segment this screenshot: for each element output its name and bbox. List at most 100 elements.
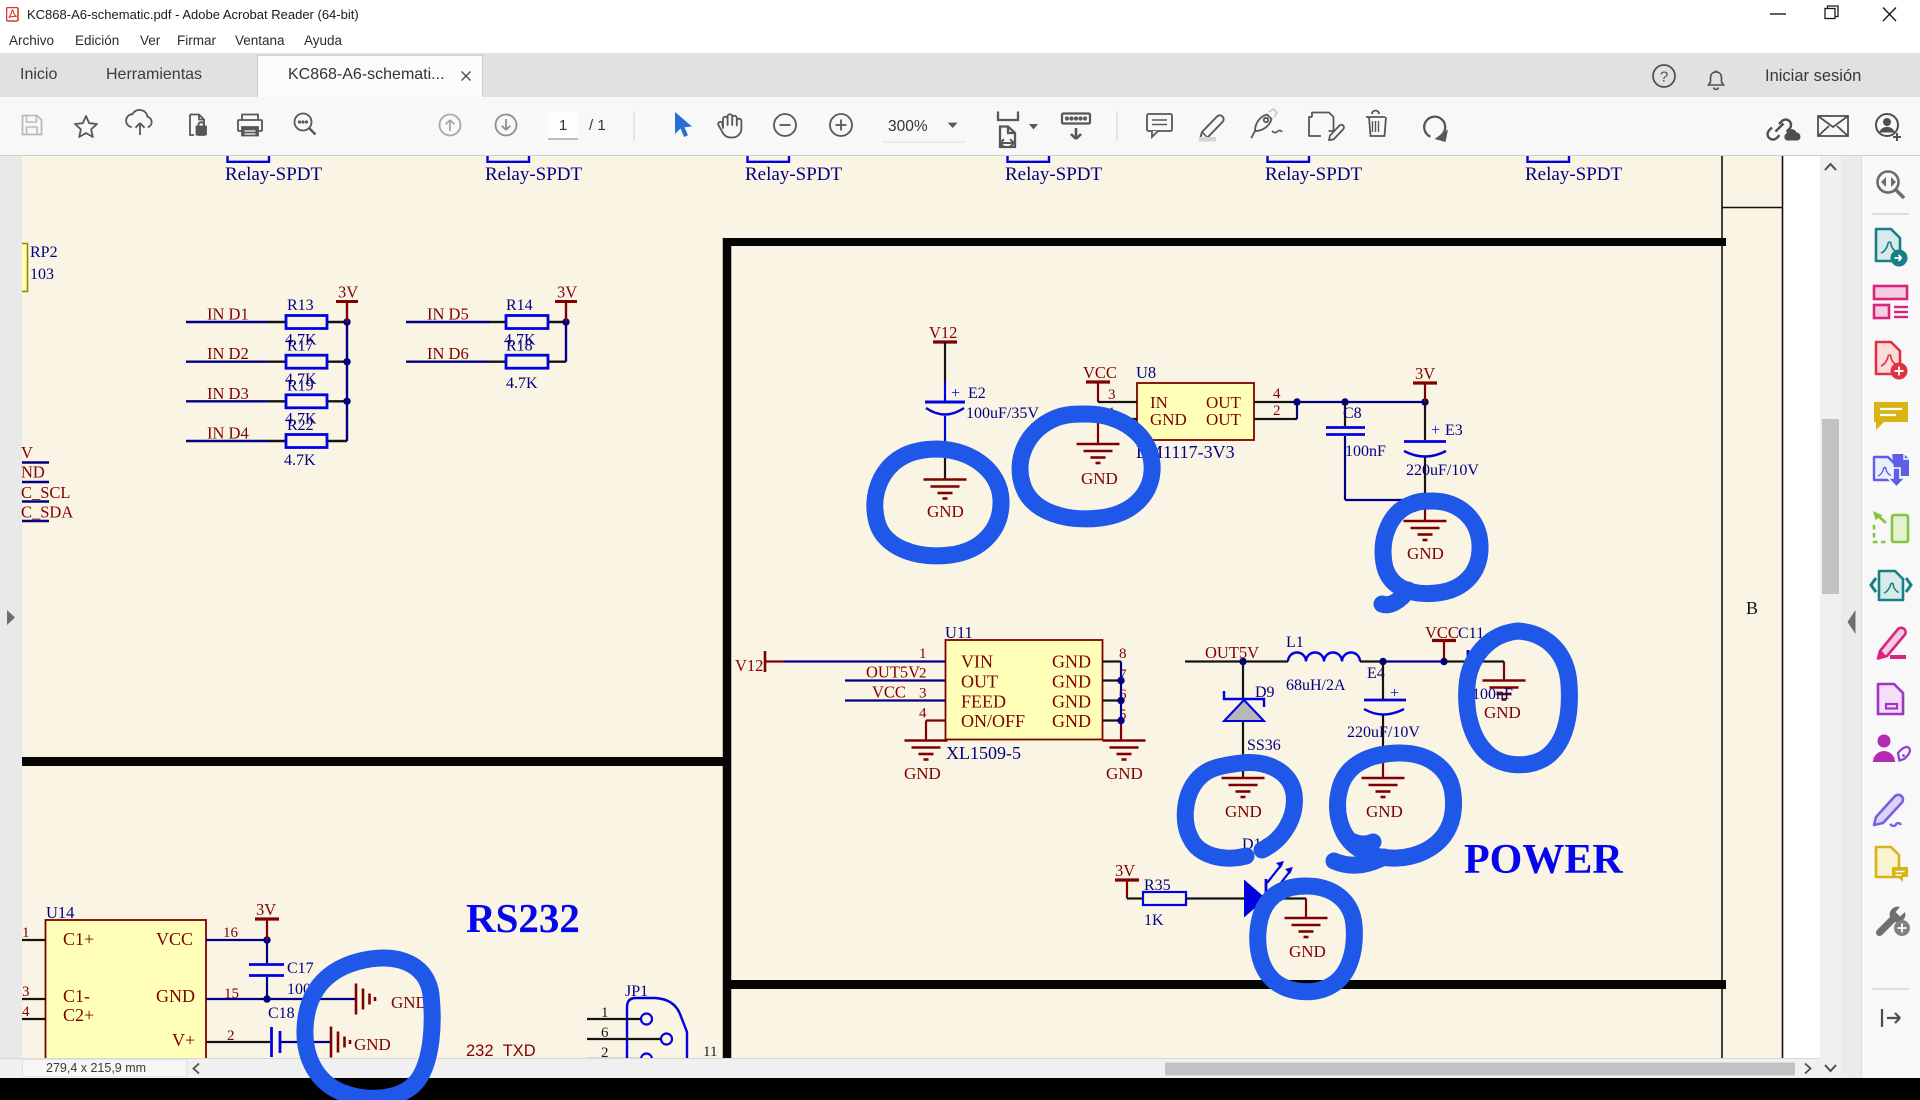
svg-text:B: B <box>1746 598 1758 618</box>
svg-text:?: ? <box>1660 69 1668 86</box>
svg-text:D10: D10 <box>1242 836 1270 853</box>
svg-text:GND: GND <box>354 1035 391 1054</box>
svg-text:6: 6 <box>601 1025 609 1041</box>
svg-text:OUT: OUT <box>1206 410 1242 429</box>
svg-text:1K: 1K <box>1144 912 1164 929</box>
svg-text:R35: R35 <box>1144 877 1171 894</box>
svg-text:3: 3 <box>1108 387 1116 403</box>
svg-text:1: 1 <box>559 117 567 134</box>
svg-text:232_TXD: 232_TXD <box>466 1042 536 1058</box>
svg-text:RS232: RS232 <box>466 895 580 941</box>
svg-text:GND: GND <box>1289 942 1326 961</box>
svg-text:2: 2 <box>601 1045 609 1058</box>
svg-text:C17: C17 <box>287 960 314 977</box>
svg-text:220uF/10V: 220uF/10V <box>1347 724 1420 741</box>
svg-text:R14: R14 <box>506 297 533 314</box>
svg-text:2: 2 <box>919 666 927 682</box>
svg-text:3: 3 <box>919 686 927 702</box>
svg-text:GND: GND <box>1052 692 1091 712</box>
svg-text:GND: GND <box>1052 672 1091 692</box>
svg-text:IN D4: IN D4 <box>207 424 249 443</box>
svg-text:C_SCL: C_SCL <box>21 483 71 502</box>
svg-text:100uF/35V: 100uF/35V <box>966 405 1039 422</box>
svg-text:GND: GND <box>1106 764 1143 783</box>
svg-text:V12: V12 <box>735 656 763 675</box>
svg-text:V+: V+ <box>172 1030 195 1050</box>
svg-text:100n: 100n <box>287 981 319 998</box>
svg-text:4.7K: 4.7K <box>506 375 538 392</box>
svg-text:11: 11 <box>703 1044 717 1058</box>
svg-text:GND: GND <box>1052 652 1091 672</box>
svg-text:GND: GND <box>1407 544 1444 563</box>
svg-text:220uF/10V: 220uF/10V <box>1406 462 1479 479</box>
svg-text:+: + <box>1431 422 1440 439</box>
svg-text:POWER: POWER <box>1464 837 1623 883</box>
svg-text:OUT: OUT <box>961 672 998 692</box>
svg-text:1: 1 <box>1108 405 1116 421</box>
svg-text:IN D1: IN D1 <box>207 305 249 324</box>
svg-text:FEED: FEED <box>961 692 1006 712</box>
svg-text:VCC: VCC <box>156 929 193 949</box>
svg-text:GND: GND <box>1081 469 1118 488</box>
svg-text:1: 1 <box>919 646 927 662</box>
svg-text:103: 103 <box>30 266 54 283</box>
svg-text:/ 1: / 1 <box>589 117 606 134</box>
svg-text:LM1117-3V3: LM1117-3V3 <box>1136 442 1235 462</box>
svg-text:V: V <box>21 443 33 462</box>
svg-text:GND: GND <box>1225 802 1262 821</box>
svg-text:Relay-SPDT: Relay-SPDT <box>1265 164 1363 185</box>
svg-text:V12: V12 <box>929 323 957 342</box>
svg-text:C2+: C2+ <box>63 1005 94 1025</box>
svg-text:100nF: 100nF <box>1472 686 1513 703</box>
svg-text:Relay-SPDT: Relay-SPDT <box>1005 164 1103 185</box>
svg-text:C8: C8 <box>1343 405 1362 422</box>
svg-text:C18: C18 <box>268 1005 295 1022</box>
svg-text:16: 16 <box>223 925 239 941</box>
svg-text:1: 1 <box>601 1005 609 1021</box>
svg-text:E3: E3 <box>1445 422 1463 439</box>
svg-text:GND: GND <box>1366 802 1403 821</box>
svg-text:L1: L1 <box>1286 634 1304 651</box>
svg-text:GND: GND <box>927 502 964 521</box>
svg-text:Relay-SPDT: Relay-SPDT <box>485 164 583 185</box>
svg-text:C11: C11 <box>1458 625 1484 642</box>
svg-text:RP2: RP2 <box>30 244 58 261</box>
svg-text:3V: 3V <box>338 283 358 302</box>
svg-text:U8: U8 <box>1136 363 1156 382</box>
svg-text:E2: E2 <box>968 385 986 402</box>
svg-text:ND: ND <box>21 463 45 482</box>
svg-text:C_SDA: C_SDA <box>21 503 73 522</box>
svg-text:ON/OFF: ON/OFF <box>961 711 1025 731</box>
svg-text:Relay-SPDT: Relay-SPDT <box>225 164 323 185</box>
svg-text:VCC: VCC <box>1083 363 1117 382</box>
svg-text:IN D3: IN D3 <box>207 384 249 403</box>
svg-text:C1-: C1- <box>63 986 90 1006</box>
svg-text:Relay-SPDT: Relay-SPDT <box>745 164 843 185</box>
svg-text:4.7K: 4.7K <box>284 452 316 469</box>
svg-text:IN D6: IN D6 <box>427 344 469 363</box>
svg-text:C1+: C1+ <box>63 929 94 949</box>
svg-text:4: 4 <box>22 1004 30 1020</box>
svg-text:300%: 300% <box>888 118 928 135</box>
svg-text:R17: R17 <box>287 338 314 355</box>
svg-text:GND: GND <box>391 993 428 1012</box>
svg-text:XL1509-5: XL1509-5 <box>946 743 1021 763</box>
svg-text:4: 4 <box>1273 386 1281 402</box>
svg-text:100nF: 100nF <box>1345 443 1386 460</box>
svg-text:8: 8 <box>1119 646 1127 662</box>
svg-text:GND: GND <box>156 986 195 1006</box>
svg-text:IN D5: IN D5 <box>427 305 469 324</box>
svg-text:2: 2 <box>1273 403 1281 419</box>
svg-text:3: 3 <box>22 984 30 1000</box>
svg-text:VCC: VCC <box>872 683 906 702</box>
svg-text:OUT5V: OUT5V <box>1205 643 1259 662</box>
svg-text:IN D2: IN D2 <box>207 344 249 363</box>
svg-text:1: 1 <box>22 925 30 941</box>
svg-text:R18: R18 <box>506 338 533 355</box>
svg-text:+: + <box>951 385 960 402</box>
svg-text:GND: GND <box>904 764 941 783</box>
svg-text:4: 4 <box>919 706 927 722</box>
svg-text:VIN: VIN <box>961 652 993 672</box>
svg-text:D9: D9 <box>1255 684 1275 701</box>
svg-text:3V: 3V <box>256 900 276 919</box>
